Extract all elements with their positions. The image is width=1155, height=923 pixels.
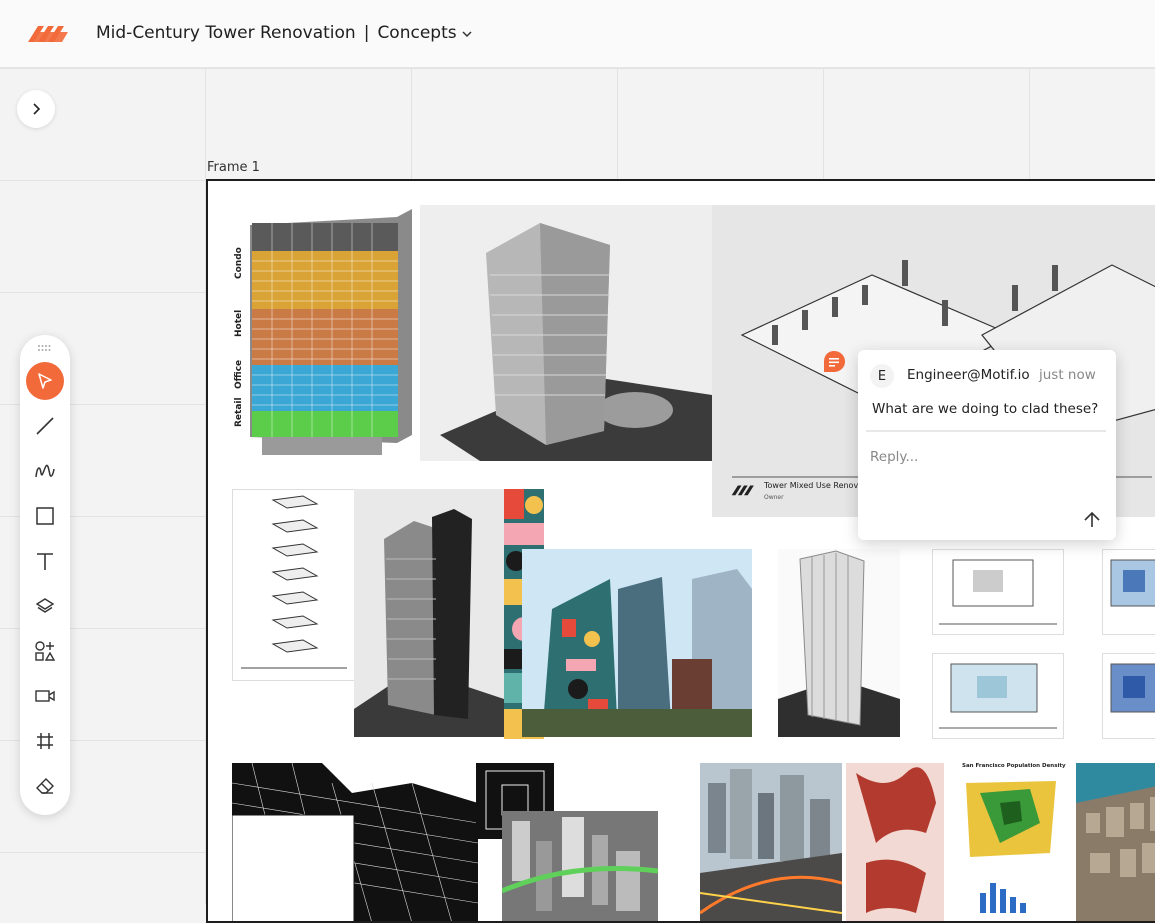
exploded-floors-drawing: [241, 495, 347, 669]
line-tool-button[interactable]: [28, 409, 62, 443]
pink-map-drawing: [856, 767, 936, 913]
motif-small-logo: [731, 485, 754, 496]
reply-input[interactable]: [868, 448, 1092, 466]
street-map-drawing: [232, 763, 478, 921]
exploded-floors-sheet[interactable]: [232, 489, 356, 681]
line-icon: [36, 417, 54, 435]
chevron-right-icon: [33, 103, 41, 115]
glass-tower-render[interactable]: [420, 205, 712, 461]
frame-label[interactable]: Frame 1: [207, 160, 260, 175]
population-density-map[interactable]: San Francisco Population Density: [960, 763, 1068, 921]
expand-sidebar-button[interactable]: [17, 90, 55, 128]
white-tower-drawing: [778, 550, 900, 737]
comment-timestamp: just now: [1039, 367, 1096, 383]
frame-tool-button[interactable]: [28, 724, 62, 758]
comment-divider: [866, 430, 1106, 432]
cursor-arrow-icon: [38, 373, 52, 389]
frame-hash-icon: [37, 733, 53, 749]
select-tool-button[interactable]: [26, 362, 64, 400]
comment-popover: E Engineer@Motif.io just now What are we…: [858, 350, 1116, 540]
pink-zoning-map[interactable]: [846, 763, 944, 921]
floor-plan-sheet-1[interactable]: [932, 549, 1064, 635]
dark-tower-drawing: [354, 509, 504, 737]
program-stack-image[interactable]: Condo Hotel Office Retail: [232, 205, 420, 465]
floor-plan-sheet-2[interactable]: [1102, 549, 1155, 635]
comment-pin-icon[interactable]: [822, 350, 846, 374]
rectangle-tool-button[interactable]: [28, 499, 62, 533]
pen-tool-button[interactable]: [28, 454, 62, 488]
page-name: Concepts: [377, 23, 457, 43]
comment-author: Engineer@Motif.io: [907, 367, 1030, 383]
city-traffic-drawing: [700, 769, 842, 921]
send-reply-button[interactable]: [1080, 508, 1104, 532]
aerial-grayscale-photo[interactable]: [502, 811, 658, 921]
arrow-up-icon: [1084, 511, 1100, 527]
aerial-city-drawing: [1076, 786, 1155, 921]
program-label-office: Office: [234, 359, 244, 389]
white-tower-render[interactable]: [778, 549, 900, 737]
floor-plan-drawing-1: [939, 559, 1057, 625]
floor-plan-drawing-3: [939, 663, 1057, 729]
comment-text: What are we doing to clad these?: [872, 401, 1099, 417]
freehand-pen-icon: [35, 464, 55, 478]
mural-street-photo[interactable]: [522, 549, 752, 737]
layers-tool-button[interactable]: [28, 589, 62, 623]
floor-plan-drawing-2: [1110, 559, 1155, 607]
motif-logo: [28, 26, 68, 42]
diagram-subcaption: Owner: [764, 494, 784, 501]
mural-photo-drawing: [522, 549, 752, 737]
eraser-icon: [36, 778, 54, 794]
program-label-condo: Condo: [234, 247, 244, 279]
floor-plan-drawing-4: [1110, 663, 1155, 713]
drag-handle-icon[interactable]: [38, 345, 52, 351]
text-icon: [37, 553, 53, 570]
project-title: Mid-Century Tower Renovation: [96, 23, 356, 43]
density-map-drawing: [966, 781, 1056, 913]
layers-icon: [35, 598, 55, 613]
aerial-grayscale-drawing: [502, 817, 658, 911]
text-tool-button[interactable]: [28, 544, 62, 578]
floor-plan-sheet-4[interactable]: [1102, 653, 1155, 739]
shapes-add-icon: [35, 641, 56, 661]
dark-tower-render[interactable]: [354, 489, 504, 737]
video-camera-icon: [35, 690, 55, 702]
top-bar: Mid-Century Tower Renovation | Concepts: [0, 0, 1155, 68]
title-separator: |: [363, 23, 370, 43]
program-label-hotel: Hotel: [234, 309, 244, 337]
commenter-avatar: E: [870, 364, 894, 388]
city-traffic-photo[interactable]: [700, 763, 842, 921]
map-title: San Francisco Population Density: [962, 763, 1066, 769]
glass-tower-drawing: [440, 223, 712, 461]
video-tool-button[interactable]: [28, 679, 62, 713]
document-title[interactable]: Mid-Century Tower Renovation | Concepts: [96, 23, 457, 43]
street-map-image[interactable]: [232, 763, 478, 921]
rectangle-icon: [36, 507, 54, 525]
aerial-city-photo[interactable]: [1076, 763, 1155, 921]
program-label-retail: Retail: [234, 397, 244, 427]
tools-toolbar: [20, 335, 70, 815]
shapes-tool-button[interactable]: [28, 634, 62, 668]
eraser-tool-button[interactable]: [28, 769, 62, 803]
chevron-down-icon[interactable]: [460, 27, 474, 41]
frame-1[interactable]: Condo Hotel Office Retail Tower Mixed Us…: [206, 179, 1155, 923]
program-stack-drawing: [250, 209, 412, 455]
floor-plan-sheet-3[interactable]: [932, 653, 1064, 739]
